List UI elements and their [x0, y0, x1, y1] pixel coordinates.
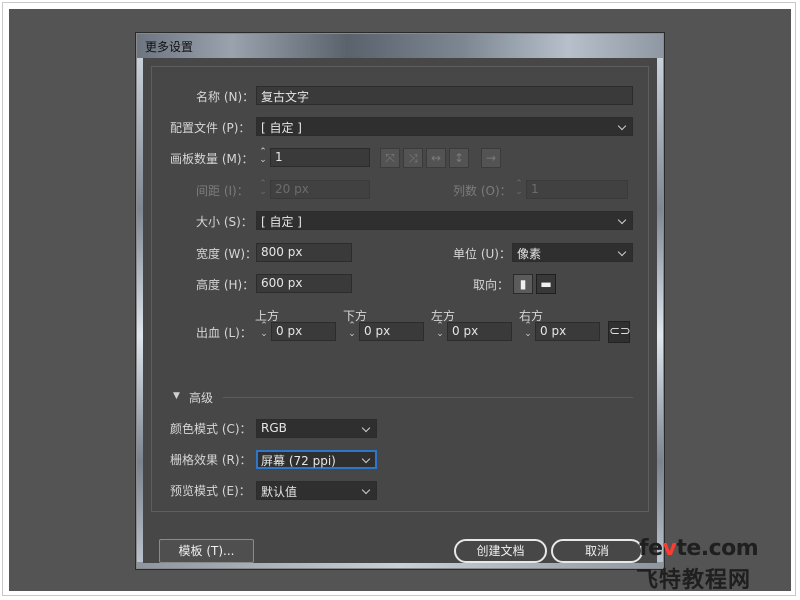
raster-effects-label: 栅格效果 (R)：: [170, 453, 252, 467]
orientation-label: 取向：: [473, 278, 510, 292]
arrange-by-column-icon[interactable]: ↕: [449, 148, 469, 168]
chain-link-icon[interactable]: ⊂⊃: [608, 321, 631, 343]
units-select[interactable]: 像素: [512, 243, 633, 262]
window-frame-right: [657, 58, 663, 563]
templates-button[interactable]: 模板 (T)...: [159, 539, 254, 563]
bleed-top-input[interactable]: 0 px: [271, 322, 336, 341]
advanced-toggle-label[interactable]: 高级: [189, 389, 213, 406]
spinner-arrows-icon[interactable]: ⌃ ⌄: [346, 322, 358, 341]
advanced-divider: [223, 397, 633, 398]
width-input[interactable]: 800 px: [256, 243, 352, 262]
cancel-button[interactable]: 取消: [551, 539, 643, 563]
spinner-arrows-icon: ⌃ ⌄: [515, 179, 523, 197]
right-to-left-layout-button[interactable]: →: [481, 148, 501, 168]
columns-label: 列数 (O)：: [453, 184, 512, 198]
spinner-arrows-icon[interactable]: ⌃ ⌄: [258, 322, 270, 341]
units-label: 单位 (U)：: [453, 247, 511, 261]
grid-by-column-icon[interactable]: ⤨: [403, 148, 423, 168]
spinner-arrows-icon[interactable]: ⌃ ⌄: [522, 322, 534, 341]
artboard-count-label: 画板数量 (M)：: [170, 152, 254, 166]
color-mode-label: 颜色模式 (C)：: [170, 422, 252, 436]
watermark-domain: fevte.com: [639, 536, 759, 561]
preview-mode-select[interactable]: 默认值: [256, 481, 377, 500]
watermark-site-name: 飞特教程网: [636, 568, 752, 593]
bleed-left-input[interactable]: 0 px: [447, 322, 512, 341]
site-watermark: fevte.com 飞特教程网: [636, 536, 786, 593]
name-label: 名称 (N)：: [196, 90, 255, 104]
color-mode-select[interactable]: RGB: [256, 419, 377, 438]
more-settings-dialog: 更多设置 名称 (N)： 复古文字 配置文件 (P)： [ 自定 ] 画板数量 …: [136, 33, 664, 569]
spacing-label: 间距 (I)：: [196, 184, 249, 198]
height-label: 高度 (H)：: [196, 278, 255, 292]
size-label: 大小 (S)：: [196, 215, 253, 229]
spinner-arrows-icon[interactable]: ⌃ ⌄: [257, 148, 269, 167]
arrange-by-row-icon[interactable]: ↔: [426, 148, 446, 168]
dialog-title: 更多设置: [145, 40, 194, 54]
name-input[interactable]: 复古文字: [256, 86, 633, 105]
spinner-arrows-icon: ⌃ ⌄: [259, 179, 267, 197]
bleed-label: 出血 (L)：: [196, 326, 252, 340]
bleed-bottom-input[interactable]: 0 px: [359, 322, 424, 341]
artboard-count-input[interactable]: 1: [270, 148, 370, 167]
width-label: 宽度 (W)：: [196, 247, 258, 261]
landscape-orientation-icon[interactable]: ▬: [536, 274, 556, 294]
portrait-orientation-icon[interactable]: ▮: [513, 274, 533, 294]
spacing-input: 20 px: [270, 180, 370, 199]
title-bar[interactable]: 更多设置: [137, 34, 663, 58]
preview-mode-label: 预览模式 (E)：: [170, 484, 251, 498]
create-document-button[interactable]: 创建文档: [454, 539, 547, 563]
raster-effects-select[interactable]: 屏幕 (72 ppi): [256, 450, 377, 469]
size-select[interactable]: [ 自定 ]: [256, 211, 633, 230]
height-input[interactable]: 600 px: [256, 274, 352, 293]
dialog-content: 名称 (N)： 复古文字 配置文件 (P)： [ 自定 ] 画板数量 (M)： …: [143, 58, 657, 563]
profile-select[interactable]: [ 自定 ]: [256, 117, 633, 136]
spinner-arrows-icon[interactable]: ⌃ ⌄: [434, 322, 446, 341]
bleed-right-input[interactable]: 0 px: [535, 322, 600, 341]
disclosure-triangle-icon[interactable]: ▼: [173, 391, 180, 401]
columns-input: 1: [526, 180, 628, 199]
grid-by-row-icon[interactable]: ⤧: [380, 148, 400, 168]
profile-label: 配置文件 (P)：: [170, 121, 251, 135]
